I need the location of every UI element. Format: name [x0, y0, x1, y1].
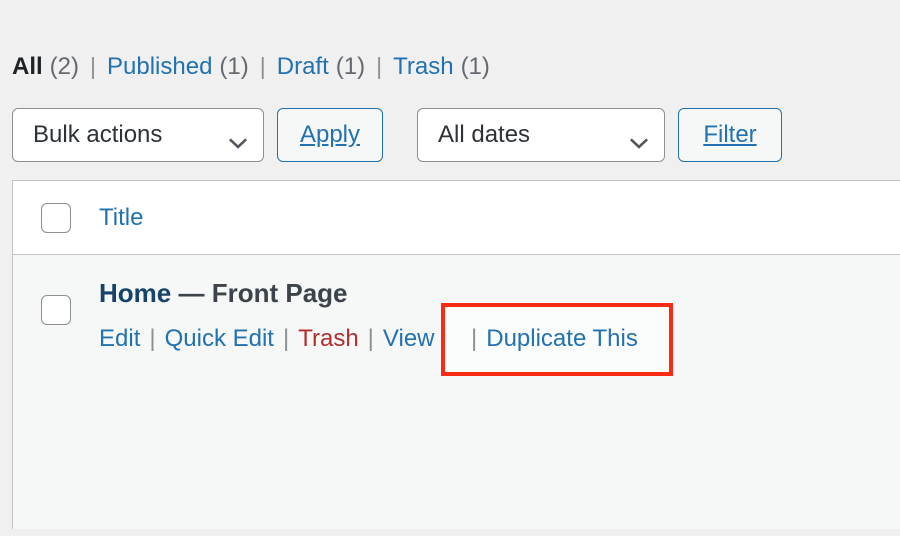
row-action-separator: | — [367, 325, 374, 352]
row-title: Home — Front Page — [99, 277, 610, 309]
status-separator: | — [259, 53, 266, 79]
select-all-cell — [13, 202, 99, 233]
status-link-trash-count: (1) — [460, 53, 490, 80]
status-link-all[interactable]: All (2) — [12, 53, 79, 81]
status-link-published-count: (1) — [219, 53, 249, 80]
status-link-draft-label: Draft — [276, 53, 329, 80]
status-link-published-label: Published — [107, 53, 213, 80]
row-content: Home — Front Page Edit | Quick Edit | Tr… — [99, 277, 610, 354]
bulk-actions-select[interactable]: Bulk actions — [12, 108, 264, 162]
status-link-all-count: (2) — [49, 53, 80, 80]
filter-button[interactable]: Filter — [678, 108, 782, 162]
chevron-down-icon — [629, 129, 649, 149]
row-actions: Edit | Quick Edit | Trash | View | Dupli… — [99, 324, 610, 354]
post-status-links: All (2) | Published (1) | Draft (1) | Tr… — [12, 52, 490, 81]
select-all-checkbox[interactable] — [41, 202, 71, 233]
wordpress-pages-list-screen: All (2) | Published (1) | Draft (1) | Tr… — [0, 0, 900, 536]
row-action-quick-edit[interactable]: Quick Edit — [165, 324, 274, 354]
status-link-all-label: All — [12, 53, 43, 80]
table-row: Home — Front Page Edit | Quick Edit | Tr… — [13, 255, 900, 529]
column-header-title[interactable]: Title — [99, 204, 143, 232]
chevron-down-icon — [228, 129, 248, 149]
row-select-checkbox[interactable] — [41, 295, 71, 325]
row-action-separator: | — [282, 325, 290, 352]
page-title-link[interactable]: Home — [99, 278, 171, 308]
apply-button[interactable]: Apply — [277, 108, 383, 162]
bulk-actions-selected-value: Bulk actions — [33, 121, 163, 148]
row-action-view[interactable]: View — [383, 324, 435, 354]
status-separator: | — [90, 53, 96, 79]
post-state-label: — Front Page — [178, 278, 348, 308]
status-link-trash[interactable]: Trash (1) — [393, 53, 490, 81]
date-filter-selected-value: All dates — [438, 121, 531, 148]
status-link-published[interactable]: Published (1) — [107, 53, 249, 81]
table-header-row: Title — [13, 181, 900, 255]
row-action-trash[interactable]: Trash — [298, 324, 358, 354]
row-action-separator: | — [443, 325, 450, 352]
status-link-trash-label: Trash — [393, 53, 454, 80]
status-link-draft-count: (1) — [335, 53, 366, 80]
row-action-duplicate-this[interactable]: Duplicate This — [459, 324, 611, 354]
status-link-draft[interactable]: Draft (1) — [277, 53, 365, 81]
table-filter-toolbar: Bulk actions Apply All dates Filter — [12, 107, 782, 163]
row-action-edit[interactable]: Edit — [99, 324, 140, 354]
pages-list-table: Title Home — Front Page Edit | Quick Edi… — [12, 180, 900, 529]
status-separator: | — [376, 53, 383, 79]
date-filter-select[interactable]: All dates — [417, 108, 665, 162]
row-select-cell — [13, 277, 99, 325]
row-action-separator: | — [149, 325, 156, 352]
